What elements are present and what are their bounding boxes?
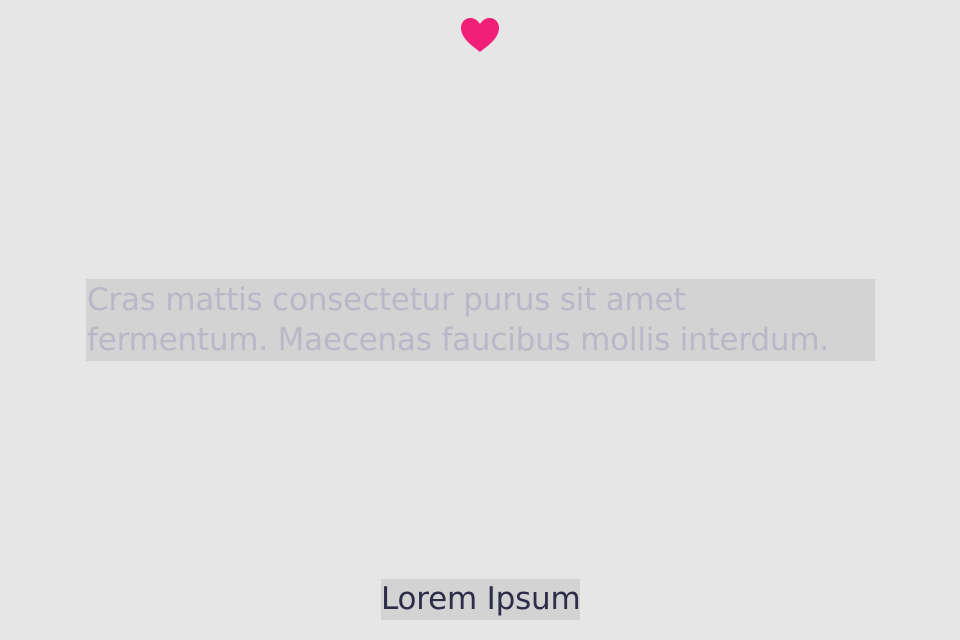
body-text: Cras mattis consectetur purus sit amet f… [86, 279, 875, 361]
heart-icon [461, 18, 499, 53]
lorem-ipsum-button[interactable]: Lorem Ipsum [381, 579, 580, 620]
screen: Cras mattis consectetur purus sit amet f… [0, 0, 960, 640]
